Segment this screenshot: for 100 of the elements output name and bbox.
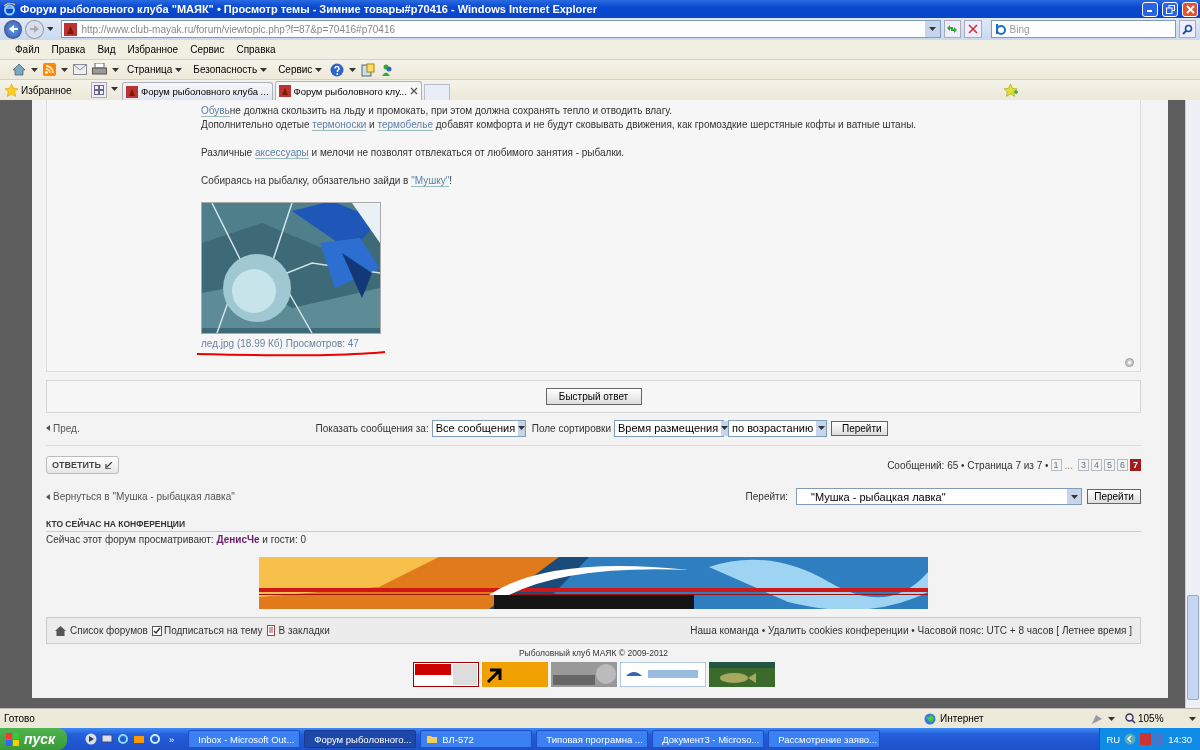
desktop-icon[interactable] — [101, 733, 113, 745]
reply-button[interactable]: ОТВЕТИТЬ — [46, 456, 119, 474]
caret-icon — [31, 67, 38, 72]
stop-button[interactable] — [964, 20, 982, 38]
link[interactable]: Обувь — [201, 105, 230, 117]
arrow-icon — [104, 461, 113, 469]
media-player-icon[interactable] — [85, 733, 97, 745]
page-link[interactable]: 5 — [1103, 459, 1115, 471]
research-icon[interactable] — [361, 62, 376, 77]
close-button[interactable] — [1182, 1, 1198, 17]
link[interactable]: аксессуары — [254, 147, 309, 159]
restore-icon — [1165, 4, 1175, 14]
caret-icon — [721, 426, 729, 430]
menu-item[interactable]: Справка — [231, 42, 281, 57]
go-button[interactable]: Перейти — [1087, 489, 1141, 504]
link[interactable]: Наша команда — [690, 625, 759, 636]
menu-button[interactable]: Страница — [124, 64, 186, 75]
checkbox-icon[interactable] — [151, 625, 162, 636]
zoom-button[interactable]: 105% — [1125, 713, 1185, 724]
minimize-button[interactable] — [1142, 1, 1158, 17]
printer-icon[interactable] — [92, 63, 107, 76]
help-icon[interactable] — [330, 62, 345, 77]
back-link[interactable]: Вернуться в "Мушка - рыбацкая лавка" — [46, 491, 235, 502]
go-button[interactable]: Перейти — [831, 420, 888, 436]
home-icon[interactable] — [12, 63, 26, 76]
page-icon — [278, 85, 291, 97]
home-icon — [55, 625, 66, 636]
caret-icon — [46, 27, 54, 31]
post-text: Обувьне должна скользить на льду и промокать, при этом должна сохранять тепло и отводить влагу. Дополнительно одетые термоноски и термобелье добавят комфорта и не будут сковывать движения, как громоздкие шерстяные кофты и ватные штаны. — [201, 104, 918, 132]
quick-tabs-button[interactable] — [91, 82, 107, 98]
search-field[interactable]: Bing — [990, 20, 1176, 38]
search-button[interactable] — [1178, 20, 1196, 38]
clock: 14:30 — [1168, 733, 1192, 745]
post-text: Различные аксессуары и мелочи не позволят отвлекаться от любимого занятия - рыбалки. — [201, 146, 626, 160]
dropdown-icon[interactable] — [924, 21, 940, 37]
address-field[interactable]: http://www.club-mayak.ru/forum/viewtopic.php?f=87&p=70416#p70416 — [61, 20, 941, 38]
page-link[interactable]: 4 — [1090, 459, 1102, 471]
dropdown[interactable]: по возрастанию — [728, 419, 827, 437]
restore-button[interactable] — [1162, 1, 1178, 17]
caret-icon — [112, 67, 119, 72]
post-count: Сообщений: 65 • Страница 7 из 7 • — [887, 459, 1049, 471]
page-link[interactable]: 1 — [1050, 459, 1062, 471]
menu-item[interactable]: Файл — [10, 42, 45, 57]
browser-icon[interactable] — [149, 733, 161, 745]
browser-icon — [3, 2, 16, 16]
link[interactable]: Подписаться на тему — [163, 625, 263, 636]
link[interactable]: Список форумов — [70, 625, 148, 636]
caret-icon — [518, 426, 526, 430]
footer-text: Наша команда • Удалить cookies конференции • Часовой пояс: UTC + 8 часов [ Летнее время ] — [690, 625, 1132, 636]
page-link[interactable]: 3 — [1077, 459, 1089, 471]
close-icon[interactable] — [409, 87, 418, 95]
favorites-button[interactable]: Избранное — [5, 80, 91, 100]
link[interactable]: Удалить cookies конференции — [767, 625, 909, 636]
browser-tab[interactable]: Форум рыболовного клуба ... — [122, 82, 273, 100]
link[interactable]: В закладки — [278, 625, 330, 636]
star-icon — [5, 83, 18, 97]
link[interactable]: термобелье — [377, 119, 433, 131]
caret-icon — [61, 67, 68, 72]
chevron-icon — [46, 493, 50, 500]
browser-tab[interactable]: Форум рыболовного клу... — [274, 81, 422, 100]
dropdown[interactable]: Все сообщения — [431, 419, 526, 437]
menu-item[interactable]: Вид — [92, 42, 121, 57]
taskbar-item[interactable]: Inbox - Microsoft Out... — [188, 730, 301, 748]
browser-icon[interactable] — [117, 733, 129, 745]
sort-label: Показать сообщения за: — [315, 422, 429, 434]
refresh-icon — [946, 24, 959, 34]
taskbar-item[interactable]: Типовая програмна ... — [536, 730, 649, 748]
menu-item[interactable]: Избранное — [122, 42, 184, 57]
taskbar-item[interactable]: Документ3 - Microso... — [652, 730, 765, 748]
mail-icon[interactable] — [73, 64, 87, 75]
user-link[interactable]: ДенисЧе — [216, 534, 260, 545]
caret-icon — [1108, 716, 1115, 721]
taskbar-item[interactable]: ВЛ-572 — [420, 730, 533, 748]
close-icon — [967, 24, 978, 34]
taskbar-item[interactable]: Форум рыболовного... — [304, 730, 417, 748]
bookmark-icon — [266, 625, 275, 636]
jump-label: Перейти: — [745, 491, 788, 502]
taskbar-item[interactable]: Рассмотрение заяво... — [768, 730, 881, 748]
page-link[interactable]: 7 — [1130, 459, 1141, 471]
menu-button[interactable]: Сервис — [275, 64, 326, 75]
page-link[interactable]: 6 — [1116, 459, 1128, 471]
more-button[interactable]: » — [169, 733, 175, 745]
close-icon — [1185, 4, 1195, 14]
status-text: Готово — [4, 713, 35, 724]
back-button[interactable] — [4, 19, 23, 39]
dropdown[interactable]: "Мушка - рыбацкая лавка" — [796, 488, 1082, 505]
caret-icon — [928, 27, 936, 31]
menu-item[interactable]: Сервис — [185, 42, 230, 57]
window-icon — [426, 733, 439, 745]
post-text: Собираясь на рыбалку, обязательно зайди в "Мушку"! — [201, 174, 454, 188]
copyright-text: Рыболовный клуб МАЯК © 2009-2012 — [518, 648, 669, 658]
prev-link[interactable]: Пред. — [46, 422, 80, 434]
link[interactable]: термоноски — [312, 119, 367, 131]
menu-item[interactable]: Правка — [46, 42, 91, 57]
language-indicator[interactable]: RU — [1106, 733, 1121, 745]
quick-reply-button[interactable]: Быстрый ответ — [545, 388, 642, 405]
windows-logo — [6, 732, 20, 746]
mail-icon[interactable] — [133, 733, 145, 745]
caret-icon — [817, 426, 825, 430]
menu-button[interactable]: Безопасность — [190, 64, 271, 75]
